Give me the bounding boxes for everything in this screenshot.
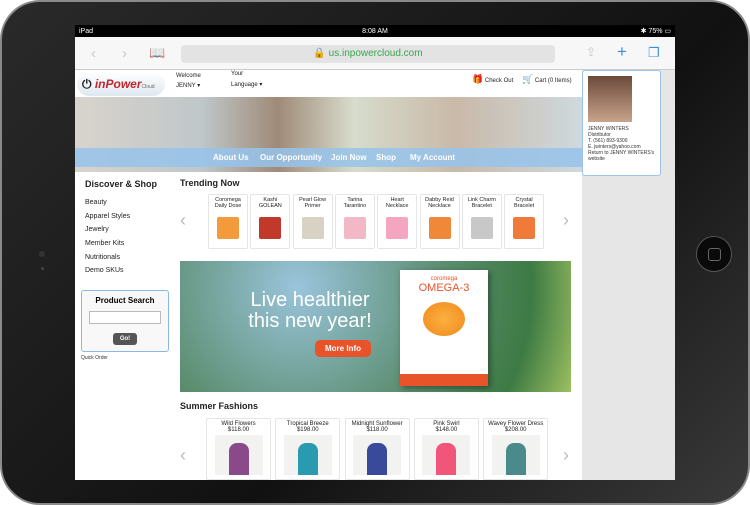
summer-title: Summer Fashions: [180, 401, 259, 411]
product-image: [386, 217, 409, 239]
fashion-image: [422, 435, 471, 475]
share-icon[interactable]: ⇪: [586, 45, 596, 59]
product-search-title: Product Search: [95, 296, 155, 305]
clock: 8:08 AM: [362, 27, 388, 35]
distributor-card: JENNY WINTERS Distributor T. (561) 893-9…: [582, 70, 661, 176]
trending-item[interactable]: Link Charm Bracelet: [461, 194, 502, 249]
trending-item[interactable]: Heart Necklace: [377, 194, 418, 249]
main-nav: About Us Our Opportunity Join Now Shop M…: [75, 148, 582, 167]
fashion-image: [353, 435, 402, 475]
go-button[interactable]: Go!: [112, 333, 138, 345]
hero-image: About Us Our Opportunity Join Now Shop M…: [75, 97, 582, 172]
sidebar: Discover & Shop Beauty Apparel Styles Je…: [85, 179, 157, 281]
sidebar-item-beauty[interactable]: Beauty: [85, 199, 157, 213]
checkout-link[interactable]: 🎁 Check Out: [472, 74, 513, 85]
browser-toolbar: ‹ › 📖 🔒 us.inpowercloud.com ⇪ + ❐: [75, 37, 675, 70]
fashion-item[interactable]: Tropical Breeze $198.00: [275, 418, 341, 480]
back-icon[interactable]: ‹: [91, 45, 96, 62]
trending-item[interactable]: Crystal Bracelet: [504, 194, 545, 249]
trending-title: Trending Now: [180, 178, 240, 188]
trending-item[interactable]: Tarina Tarantino: [334, 194, 375, 249]
trending-item[interactable]: Kashi GOLEAN: [250, 194, 291, 249]
orange-image: [423, 302, 465, 336]
nav-my-account[interactable]: My Account: [410, 153, 455, 162]
sidebar-item-jewelry[interactable]: Jewelry: [85, 226, 157, 240]
return-link[interactable]: Return to JENNY WINTERS's website: [588, 150, 655, 162]
tabs-icon[interactable]: ❐: [648, 45, 660, 61]
trending-item[interactable]: Dabby Reid Necklace: [419, 194, 460, 249]
product-image: [470, 217, 493, 239]
product-image: [217, 217, 239, 239]
address-bar[interactable]: 🔒 us.inpowercloud.com: [181, 45, 555, 63]
fashion-item[interactable]: Wild Flowers $118.00: [206, 418, 271, 480]
fashion-image: [283, 435, 332, 475]
trending-prev-arrow[interactable]: ‹: [180, 210, 186, 231]
gift-icon: 🎁: [472, 74, 484, 84]
sidebar-item-apparel[interactable]: Apparel Styles: [85, 213, 157, 227]
summer-next-arrow[interactable]: ›: [563, 445, 569, 466]
site-logo[interactable]: ⏻ inPowerCloud: [77, 72, 165, 96]
fashion-item[interactable]: Midnight Sunflower $118.00: [344, 418, 410, 480]
product-search: Product Search Go!: [81, 290, 169, 352]
product-image: [428, 217, 451, 239]
banner-headline: Live healthier this new year!: [248, 289, 372, 332]
summer-prev-arrow[interactable]: ‹: [180, 445, 186, 466]
sidebar-title: Discover & Shop: [85, 179, 158, 189]
nav-shop[interactable]: Shop: [376, 153, 396, 162]
product-image: [301, 217, 324, 239]
bookmarks-icon[interactable]: 📖: [149, 45, 165, 61]
nav-about-us[interactable]: About Us: [213, 153, 249, 162]
sidebar-item-nutritionals[interactable]: Nutritionals: [85, 254, 157, 268]
site-header: ⏻ inPowerCloud Welcome JENNY ▾ Your Langua…: [75, 70, 582, 97]
fashion-item[interactable]: Pink Swirl $148.00: [413, 418, 479, 480]
cart-link[interactable]: 🛒 Cart (0 Items): [522, 74, 572, 85]
product-image: [343, 217, 366, 239]
trending-item[interactable]: Pearl Glow Primer: [292, 194, 333, 249]
quick-order-link[interactable]: Quick Order: [81, 355, 108, 361]
lock-icon: 🔒: [313, 48, 329, 59]
sidebar-item-demo-skus[interactable]: Demo SKUs: [85, 267, 157, 281]
sensor: [41, 267, 44, 270]
cart-icon: 🛒: [522, 74, 534, 84]
welcome-menu[interactable]: Welcome JENNY ▾: [176, 73, 201, 89]
trending-next-arrow[interactable]: ›: [563, 210, 569, 231]
camera: [39, 251, 45, 257]
fashion-item[interactable]: Wavey Flower Dress $208.00: [483, 418, 549, 480]
forward-icon[interactable]: ›: [122, 45, 127, 62]
search-input[interactable]: [89, 311, 161, 324]
status-bar: iPad 8:08 AM ✱ 75% ▭: [75, 25, 675, 37]
promo-banner[interactable]: Live healthier this new year! More Info c…: [180, 261, 571, 392]
screen: iPad 8:08 AM ✱ 75% ▭ ‹ › 📖 🔒 us.inpowerc…: [75, 25, 675, 480]
new-tab-icon[interactable]: +: [617, 42, 627, 62]
fashion-image: [214, 435, 263, 475]
product-image: [259, 217, 282, 239]
product-box-image: coromega OMEGA-3: [400, 270, 488, 386]
more-info-button[interactable]: More Info: [315, 340, 371, 357]
home-button[interactable]: [696, 236, 732, 272]
product-image: [513, 217, 536, 239]
home-icon: [708, 248, 721, 261]
nav-our-opportunity[interactable]: Our Opportunity: [260, 153, 322, 162]
fashion-image: [491, 435, 540, 475]
web-page: ⏻ inPowerCloud Welcome JENNY ▾ Your Langua…: [75, 70, 582, 480]
language-menu[interactable]: Your Language ▾: [231, 71, 262, 88]
distributor-photo: [588, 76, 632, 122]
trending-item[interactable]: Coromega Daily Dose: [208, 194, 248, 249]
sidebar-item-member-kits[interactable]: Member Kits: [85, 240, 157, 254]
nav-join-now[interactable]: Join Now: [331, 153, 367, 162]
